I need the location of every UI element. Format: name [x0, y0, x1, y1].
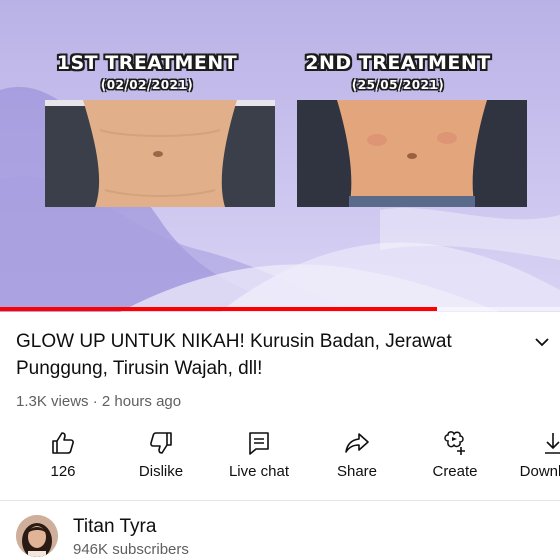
share-button[interactable]: Share [308, 425, 406, 485]
live-chat-icon [249, 432, 269, 455]
thumbs-down-icon [150, 432, 172, 454]
share-label: Share [336, 463, 378, 480]
live-chat-label: Live chat [228, 463, 290, 480]
like-count: 126 [50, 463, 76, 480]
share-icon [345, 433, 369, 453]
meta-separator: · [92, 393, 98, 410]
thumbs-up-icon [52, 432, 74, 454]
dislike-button[interactable]: Dislike [112, 425, 210, 485]
progress-bar[interactable] [0, 307, 560, 311]
create-button[interactable]: Create [406, 425, 504, 485]
create-label: Create [432, 463, 478, 480]
download-icon [545, 433, 560, 454]
avatar[interactable] [16, 515, 58, 557]
before-date: (02/02/2021) [100, 78, 194, 92]
view-count: 1.3K views [16, 393, 89, 410]
download-button[interactable]: Download [504, 425, 560, 485]
video-player[interactable]: 1ST TREATMENT (02/02/2021) 2ND TREATMENT… [0, 0, 560, 312]
divider [0, 500, 560, 501]
video-title[interactable]: GLOW UP UNTUK NIKAH! Kurusin Badan, Jera… [16, 328, 516, 382]
progress-fill [0, 307, 437, 311]
after-photo [297, 100, 527, 207]
before-photo [45, 100, 275, 207]
chevron-down-icon[interactable] [532, 332, 552, 352]
subscriber-count: 946K subscribers [73, 541, 189, 558]
like-button[interactable]: 126 [14, 425, 112, 485]
after-date: (25/05/2021) [351, 78, 445, 92]
before-label: 1ST TREATMENT [56, 52, 238, 74]
dislike-label: Dislike [138, 463, 184, 480]
upload-age: 2 hours ago [101, 393, 182, 410]
download-label: Download [519, 463, 560, 480]
after-label: 2ND TREATMENT [305, 52, 491, 74]
video-meta: 1.3K views · 2 hours ago [16, 393, 181, 410]
channel-name[interactable]: Titan Tyra [73, 516, 156, 538]
action-row: 126 Dislike Live chat Share Create Downl… [0, 425, 560, 485]
live-chat-button[interactable]: Live chat [210, 425, 308, 485]
create-icon [444, 431, 465, 455]
